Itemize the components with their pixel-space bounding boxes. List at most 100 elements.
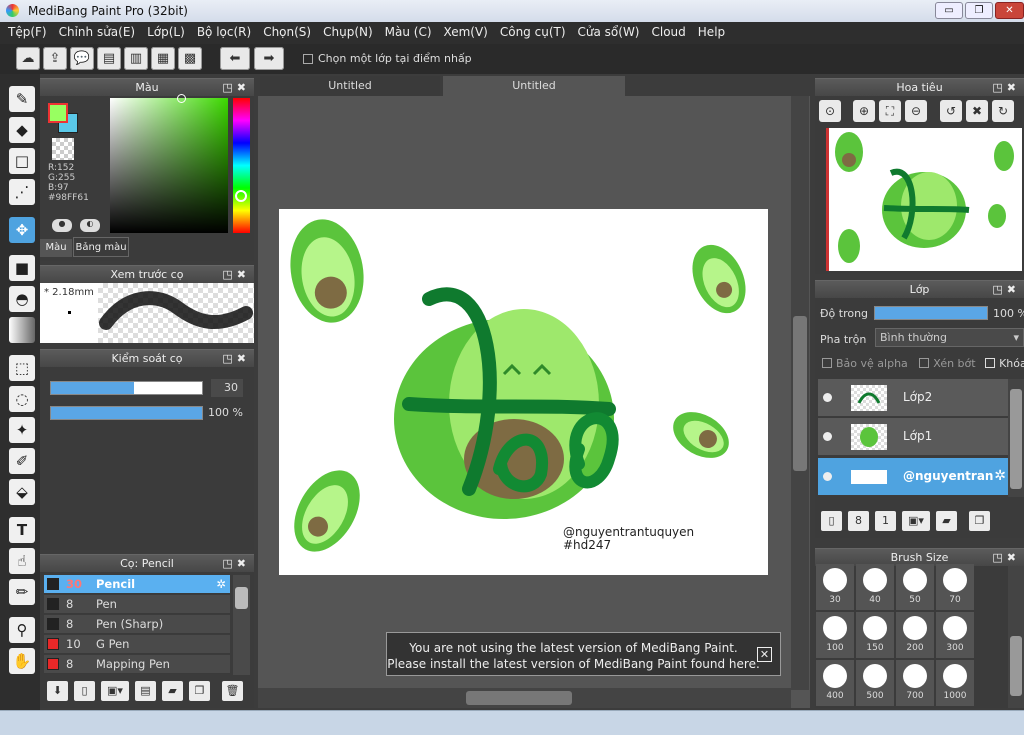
panel-controls-icon[interactable]: ◳✖ <box>222 555 250 573</box>
brush-size-preset[interactable]: 300 <box>936 612 974 658</box>
hue-slider[interactable] <box>233 98 250 233</box>
operation-tool-icon[interactable]: ☝ <box>9 548 35 574</box>
new-1bit-layer-icon[interactable]: 1 <box>875 511 896 531</box>
new-8bit-layer-icon[interactable]: 8 <box>848 511 869 531</box>
bucket-tool-icon[interactable]: ◓ <box>9 286 35 312</box>
tab-untitled-2[interactable]: Untitled <box>443 76 625 96</box>
menu-cloud[interactable]: Cloud <box>646 22 692 39</box>
document-icon[interactable]: ▥ <box>124 47 148 70</box>
clipping-checkbox[interactable]: Xén bớt <box>919 357 976 370</box>
menu-window[interactable]: Cửa sổ(W) <box>572 22 646 39</box>
divide-tool-icon[interactable]: ✏ <box>9 579 35 605</box>
undo-icon[interactable]: ⬅ <box>220 47 250 70</box>
panel-controls-icon[interactable]: ◳✖ <box>992 79 1020 97</box>
menu-file[interactable]: Tệp(F) <box>0 22 53 39</box>
brush-size-slider[interactable] <box>50 381 203 395</box>
eye-icon[interactable] <box>823 393 832 402</box>
foreground-color-swatch[interactable] <box>48 103 68 123</box>
menu-help[interactable]: Help <box>692 22 731 39</box>
trash-icon[interactable]: 🗑 <box>222 681 243 701</box>
vertical-scrollbar[interactable] <box>791 96 809 690</box>
panel-layout-icon[interactable]: ▦ <box>151 47 175 70</box>
menu-filter[interactable]: Bộ lọc(R) <box>191 22 257 39</box>
tab-color[interactable]: Màu <box>40 239 72 257</box>
scroll-thumb[interactable] <box>793 316 807 471</box>
menu-snap[interactable]: Chụp(N) <box>317 22 379 39</box>
brush-size-preset[interactable]: 1000 <box>936 660 974 706</box>
horizontal-scrollbar[interactable] <box>258 688 791 708</box>
magic-wand-icon[interactable]: ✦ <box>9 417 35 443</box>
brush-tool-icon[interactable]: ✎ <box>9 86 35 112</box>
drawing-canvas[interactable]: @nguyentrantuquyen #hd247 <box>279 209 768 575</box>
layer-row[interactable]: Lớp2 <box>818 379 1008 417</box>
folder-icon[interactable]: ▰ <box>162 681 183 701</box>
select-eraser-icon[interactable]: ⬙ <box>9 479 35 505</box>
scroll-thumb[interactable] <box>1010 389 1022 489</box>
rect-select-tool-icon[interactable]: ⬚ <box>9 355 35 381</box>
close-icon[interactable]: ✕ <box>757 647 772 662</box>
layer-row[interactable]: Lớp1 <box>818 418 1008 456</box>
cloud-icon[interactable]: ☁ <box>16 47 40 70</box>
brush-size-preset[interactable]: 30 <box>816 564 854 610</box>
maximize-button[interactable]: ❐ <box>965 2 993 19</box>
update-notification[interactable]: You are not using the latest version of … <box>386 632 781 676</box>
rotate-right-icon[interactable]: ↻ <box>992 100 1014 122</box>
gear-icon[interactable]: ✲ <box>216 575 226 594</box>
brush-size-preset[interactable]: 700 <box>896 660 934 706</box>
layer-scrollbar[interactable] <box>1008 379 1024 497</box>
move-tool-icon[interactable]: ✥ <box>9 217 35 243</box>
tab-untitled-1[interactable]: Untitled <box>260 76 440 96</box>
brush-item[interactable]: 10 G Pen <box>44 635 230 654</box>
protect-alpha-checkbox[interactable]: Bảo vệ alpha <box>822 357 908 370</box>
redo-icon[interactable]: ➡ <box>254 47 284 70</box>
menu-color[interactable]: Màu (C) <box>379 22 438 39</box>
color-mode-button[interactable]: ● <box>52 219 72 232</box>
eraser-tool-icon[interactable]: ◆ <box>9 117 35 143</box>
brush-opacity-value[interactable]: 100 % <box>208 406 243 419</box>
upload-icon[interactable]: ⇪ <box>43 47 67 70</box>
color-mode-button-2[interactable]: ◐ <box>80 219 100 232</box>
brush-size-scrollbar[interactable] <box>1008 566 1024 708</box>
layer-opacity-slider[interactable] <box>874 306 988 320</box>
panel-controls-icon[interactable]: ◳✖ <box>222 350 250 368</box>
select-layer-checkbox[interactable] <box>303 54 313 64</box>
duplicate-layer-icon[interactable]: ❐ <box>969 511 990 531</box>
zoom-in-icon[interactable]: ⊕ <box>853 100 875 122</box>
menu-select[interactable]: Chọn(S) <box>257 22 317 39</box>
message-icon[interactable]: ▤ <box>97 47 121 70</box>
eyedropper-icon[interactable]: ⚲ <box>9 617 35 643</box>
eye-icon[interactable] <box>823 432 832 441</box>
minimize-button[interactable]: ▭ <box>935 2 963 19</box>
navigator-preview[interactable] <box>826 128 1022 271</box>
lasso-tool-icon[interactable]: ◌ <box>9 386 35 412</box>
brush-size-preset[interactable]: 70 <box>936 564 974 610</box>
transparent-swatch[interactable] <box>52 138 74 160</box>
gradient-tool-icon[interactable] <box>9 317 35 343</box>
brush-size-preset[interactable]: 400 <box>816 660 854 706</box>
brush-list-scrollbar[interactable] <box>233 575 250 675</box>
scroll-thumb[interactable] <box>466 691 572 705</box>
brush-size-value[interactable]: 30 <box>211 379 243 397</box>
add-brush-icon[interactable]: ▣▾ <box>101 681 129 701</box>
panel-controls-icon[interactable]: ◳✖ <box>222 79 250 97</box>
gear-icon[interactable]: ✲ <box>994 468 1006 484</box>
add-layer-menu-icon[interactable]: ▣▾ <box>902 511 930 531</box>
flip-icon[interactable]: ✖ <box>966 100 988 122</box>
brush-item[interactable]: 8 Pen <box>44 595 230 614</box>
hand-tool-icon[interactable]: ✋ <box>9 648 35 674</box>
brush-size-preset[interactable]: 500 <box>856 660 894 706</box>
layer-row-selected[interactable]: @nguyentran ✲ <box>818 458 1008 496</box>
eye-icon[interactable] <box>823 472 832 481</box>
new-layer-icon[interactable]: ▯ <box>821 511 842 531</box>
select-pen-icon[interactable]: ✐ <box>9 448 35 474</box>
download-brush-icon[interactable]: ⬇ <box>47 681 68 701</box>
tab-palette[interactable]: Bảng màu <box>73 237 129 257</box>
comment-icon[interactable]: 💬 <box>70 47 94 70</box>
brush-opacity-slider[interactable] <box>50 406 203 420</box>
menu-layer[interactable]: Lớp(L) <box>141 22 191 39</box>
brush-item[interactable]: 8 Mapping Pen <box>44 655 230 674</box>
layer-opacity-value[interactable]: 100 % <box>993 307 1024 320</box>
menu-tools[interactable]: Công cụ(T) <box>494 22 572 39</box>
scroll-thumb[interactable] <box>235 587 248 609</box>
close-button[interactable]: ✕ <box>995 2 1024 19</box>
